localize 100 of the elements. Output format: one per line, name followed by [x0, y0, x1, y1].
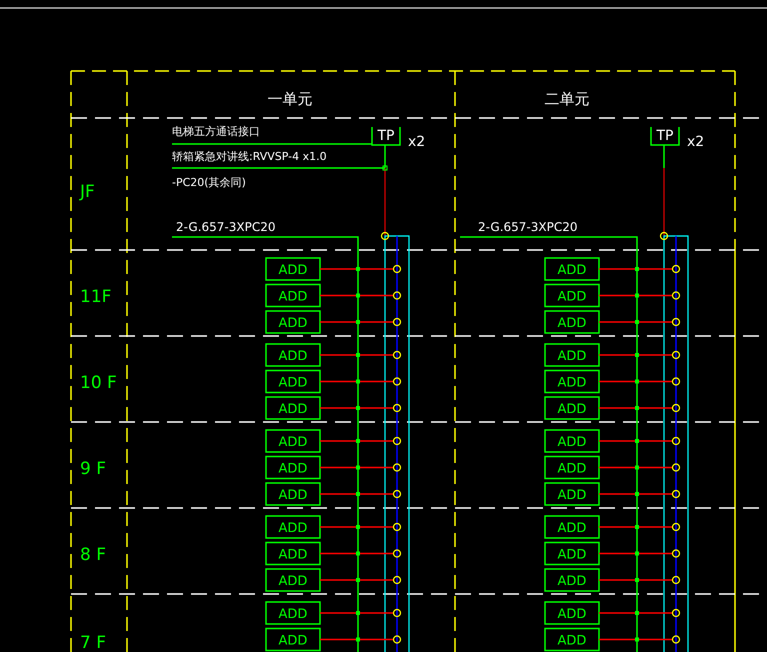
floor-label: JF [80, 182, 95, 202]
node-mark [635, 638, 639, 642]
annotation-text: 轿箱紧急对讲线:RVVSP-4 x1.0 [172, 150, 327, 163]
floor-label: 9 F [80, 459, 106, 479]
floor-label: 10 F [80, 373, 117, 393]
terminal-mark [392, 576, 402, 584]
node-mark [635, 492, 639, 496]
terminal-mark [672, 350, 680, 360]
node-mark [635, 466, 639, 470]
cable-label: 2-G.657-3XPC20 [176, 220, 276, 234]
tp-label: TP [378, 128, 394, 144]
device-block: ADD [544, 628, 600, 652]
device-block: ADD [544, 310, 600, 334]
terminal-mark [672, 318, 680, 326]
device-block: ADD [265, 396, 321, 420]
terminal-mark [392, 264, 402, 274]
terminal-mark [392, 377, 402, 386]
tp-drop-line [384, 145, 386, 168]
node-mark [635, 552, 639, 556]
floor-label: 7 F [80, 633, 106, 652]
terminal-mark [392, 350, 402, 360]
node-mark [635, 525, 639, 529]
device-block: ADD [265, 429, 321, 453]
terminal-mark [392, 635, 402, 644]
terminal-mark [672, 463, 680, 472]
device-block: ADD [544, 284, 600, 308]
device-block: ADD [544, 456, 600, 480]
terminal-mark [672, 635, 680, 644]
node-mark [382, 166, 388, 170]
node-mark [635, 380, 639, 384]
device-block: ADD [265, 343, 321, 367]
device-block: ADD [265, 542, 321, 566]
terminal-mark [672, 490, 680, 498]
terminal-mark [392, 490, 402, 498]
node-mark [356, 525, 360, 529]
device-block: ADD [544, 568, 600, 592]
node-mark [635, 320, 639, 324]
node-mark [635, 611, 639, 615]
cable-label: 2-G.657-3XPC20 [478, 220, 578, 234]
device-block: ADD [544, 515, 600, 539]
node-mark [635, 294, 639, 298]
terminal-mark [392, 549, 402, 558]
device-block: ADD [544, 482, 600, 506]
device-block: ADD [544, 542, 600, 566]
device-block: ADD [544, 429, 600, 453]
terminal-mark [392, 404, 402, 412]
node-mark [635, 439, 639, 443]
terminal-mark [672, 404, 680, 412]
floor-label: 11F [80, 287, 112, 307]
terminal-mark [672, 377, 680, 386]
node-mark [356, 406, 360, 410]
terminal-mark [392, 318, 402, 326]
device-block: ADD [265, 310, 321, 334]
node-mark [635, 267, 639, 271]
terminal-mark [672, 291, 680, 300]
node-mark [356, 466, 360, 470]
node-mark [356, 294, 360, 298]
node-mark [356, 353, 360, 357]
terminal-mark [392, 608, 402, 618]
node-mark [356, 492, 360, 496]
device-block: ADD [265, 482, 321, 506]
node-mark [356, 320, 360, 324]
annotation-text: 电梯五方通话接口 [172, 125, 260, 138]
node-mark [635, 578, 639, 582]
node-mark [356, 638, 360, 642]
terminal-mark [380, 232, 390, 240]
tp-count-label: x2 [687, 134, 704, 150]
device-block: ADD [265, 568, 321, 592]
device-block: ADD [265, 628, 321, 652]
device-block: ADD [265, 257, 321, 281]
terminal-mark [392, 522, 402, 532]
node-mark [356, 380, 360, 384]
node-mark [356, 578, 360, 582]
unit-title: 二单元 [544, 90, 590, 108]
tp-count-label: x2 [408, 134, 426, 150]
terminal-mark [672, 549, 680, 558]
device-block: ADD [544, 343, 600, 367]
terminal-mark [672, 264, 680, 274]
annotation-text: -PC20(其余同) [172, 176, 246, 189]
device-block: ADD [544, 601, 600, 625]
terminal-mark [672, 608, 680, 618]
node-mark [635, 353, 639, 357]
device-block: ADD [265, 456, 321, 480]
terminal-mark [392, 436, 402, 446]
terminal-mark [672, 436, 680, 446]
node-mark [356, 611, 360, 615]
terminal-mark [672, 522, 680, 532]
device-block: ADD [544, 257, 600, 281]
device-block: ADD [544, 396, 600, 420]
terminal-mark [392, 463, 402, 472]
tp-label: TP [656, 128, 674, 144]
device-block: ADD [265, 370, 321, 394]
node-mark [356, 267, 360, 271]
riser-line [384, 168, 386, 236]
tp-drop-line [663, 145, 665, 168]
device-block: ADD [265, 515, 321, 539]
node-mark [356, 552, 360, 556]
device-block: ADD [265, 284, 321, 308]
terminal-mark [672, 576, 680, 584]
node-mark [635, 406, 639, 410]
